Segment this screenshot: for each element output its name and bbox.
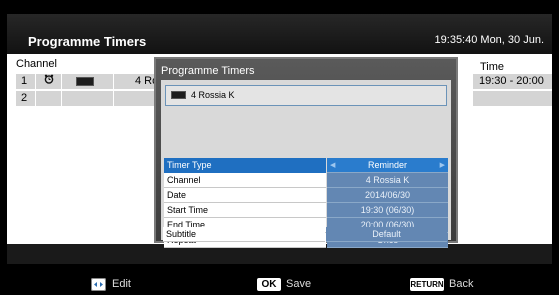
navigate-arrows-icon[interactable] [91, 278, 106, 291]
setting-value[interactable]: 19:30 (06/30) [327, 203, 448, 218]
setting-value[interactable]: ◀ Reminder ▶ [327, 158, 448, 173]
header-bar: Programme Timers 19:35:40 Mon, 30 Jun. [7, 14, 552, 54]
arrow-right-icon[interactable]: ▶ [440, 158, 445, 173]
setting-label: Start Time [164, 203, 326, 218]
timer-time-empty [473, 91, 552, 106]
tv-channel-icon [171, 91, 186, 99]
column-header-channel: Channel [16, 58, 57, 70]
tv-channel-icon [62, 74, 114, 89]
edit-hint-label: Edit [112, 278, 131, 290]
column-header-time: Time [480, 61, 505, 73]
timer-row[interactable]: 2 [16, 91, 176, 106]
setting-channel[interactable]: Channel 4 Rossia K [164, 173, 448, 188]
alarm-clock-icon [36, 74, 62, 89]
setting-label: Subtitle [163, 227, 325, 242]
setting-start-time[interactable]: Start Time 19:30 (06/30) [164, 203, 448, 218]
channel-preview[interactable]: 4 Rossia K [165, 85, 447, 106]
dialog-title: Programme Timers [161, 65, 255, 77]
timer-number: 1 [16, 74, 36, 89]
save-hint-label: Save [286, 278, 312, 290]
timer-row[interactable]: 1 4 Ros [16, 74, 176, 89]
setting-subtitle[interactable]: Subtitle Default [163, 227, 447, 242]
setting-value[interactable]: 4 Rossia K [327, 173, 448, 188]
dialog-body: 4 Rossia K Timer Type ◀ Reminder ▶ Chann… [161, 80, 451, 248]
setting-label: Timer Type [164, 158, 326, 173]
page-title: Programme Timers [28, 34, 147, 49]
timer-dialog: Programme Timers 4 Rossia K Timer Type ◀… [154, 57, 458, 248]
setting-value[interactable]: Default [326, 227, 447, 242]
setting-date[interactable]: Date 2014/06/30 [164, 188, 448, 203]
setting-timer-type[interactable]: Timer Type ◀ Reminder ▶ [164, 158, 448, 173]
footer-hints: Edit OK Save RETURN Back [0, 273, 559, 295]
setting-value[interactable]: 2014/06/30 [327, 188, 448, 203]
arrow-left-icon[interactable]: ◀ [330, 158, 335, 173]
return-key-icon[interactable]: RETURN [410, 278, 444, 291]
ok-key-icon[interactable]: OK [257, 278, 281, 291]
setting-label: Date [164, 188, 326, 203]
back-hint-label: Back [449, 278, 474, 290]
channel-preview-label: 4 Rossia K [191, 90, 235, 100]
timer-time: 19:30 - 20:00 [473, 74, 552, 89]
setting-label: Channel [164, 173, 326, 188]
clock-display: 19:35:40 Mon, 30 Jun. [434, 34, 544, 46]
timer-number: 2 [16, 91, 36, 106]
